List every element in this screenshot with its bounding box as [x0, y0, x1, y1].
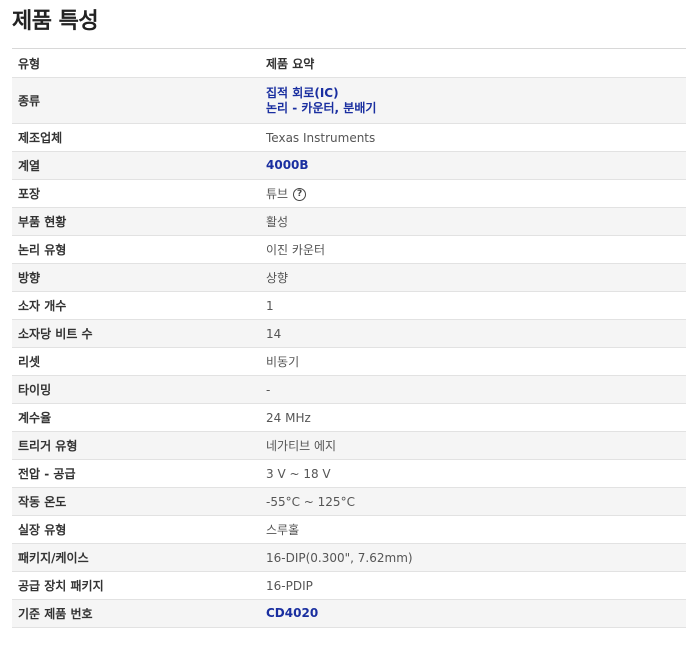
table-header-row: 유형 제품 요약	[12, 48, 686, 78]
attribute-value-text: 14	[266, 326, 282, 341]
attribute-value-text: -	[266, 382, 271, 397]
attribute-value-link[interactable]: 집적 회로(IC)	[266, 86, 686, 101]
attribute-value-text: 3 V ~ 18 V	[266, 466, 331, 481]
attribute-value: 상향	[260, 263, 686, 292]
attribute-label: 논리 유형	[12, 235, 260, 264]
attribute-value: 16-PDIP	[260, 571, 686, 600]
table-row: 공급 장치 패키지 16-PDIP	[12, 571, 686, 600]
attribute-value: 16-DIP(0.300", 7.62mm)	[260, 543, 686, 572]
table-row: 방향 상향	[12, 263, 686, 292]
product-attributes-page: 제품 특성 유형 제품 요약 종류 집적 회로(IC) 논리 - 카운터, 분배기 제…	[0, 0, 686, 658]
table-row: 리셋 비동기	[12, 347, 686, 376]
attribute-value-text: 이진 카운터	[266, 243, 326, 257]
attribute-value: 14	[260, 319, 686, 348]
attribute-value-text: Texas Instruments	[266, 130, 376, 145]
attribute-label: 계수율	[12, 403, 260, 432]
table-row: 소자당 비트 수 14	[12, 319, 686, 348]
attribute-value-text: -55°C ~ 125°C	[266, 494, 355, 509]
table-row: 계수율 24 MHz	[12, 403, 686, 432]
table-row: 실장 유형 스루홀	[12, 515, 686, 544]
table-row: 소자 개수 1	[12, 291, 686, 320]
table-row: 타이밍 -	[12, 375, 686, 404]
attribute-label: 종류	[12, 77, 260, 124]
attribute-label: 기준 제품 번호	[12, 599, 260, 628]
attribute-value: 1	[260, 291, 686, 320]
attribute-value: -55°C ~ 125°C	[260, 487, 686, 516]
attribute-label: 부품 현황	[12, 207, 260, 236]
attribute-value: 비동기	[260, 347, 686, 376]
attribute-value: 4000B	[260, 151, 686, 180]
attribute-label: 트리거 유형	[12, 431, 260, 460]
attribute-value-text: 상향	[266, 271, 289, 285]
attribute-label: 방향	[12, 263, 260, 292]
attribute-value-link[interactable]: 논리 - 카운터, 분배기	[266, 101, 686, 116]
table-row: 계열 4000B	[12, 151, 686, 180]
attribute-value-text: 24 MHz	[266, 410, 311, 425]
attribute-label: 소자 개수	[12, 291, 260, 320]
table-row: 패키지/케이스 16-DIP(0.300", 7.62mm)	[12, 543, 686, 572]
attribute-value-link[interactable]: CD4020	[266, 606, 686, 621]
attribute-value: -	[260, 375, 686, 404]
attribute-label: 패키지/케이스	[12, 543, 260, 572]
attribute-value: 이진 카운터	[260, 235, 686, 264]
table-row: 논리 유형 이진 카운터	[12, 235, 686, 264]
attribute-value: 활성	[260, 207, 686, 236]
attribute-value: 스루홀	[260, 515, 686, 544]
header-type: 유형	[12, 48, 260, 78]
attribute-value: Texas Instruments	[260, 123, 686, 152]
table-row: 포장 튜브?	[12, 179, 686, 208]
attribute-label: 타이밍	[12, 375, 260, 404]
table-row: 트리거 유형 네가티브 에지	[12, 431, 686, 460]
table-row: 부품 현황 활성	[12, 207, 686, 236]
table-row: 기준 제품 번호 CD4020	[12, 599, 686, 628]
product-attributes-table: 유형 제품 요약 종류 집적 회로(IC) 논리 - 카운터, 분배기 제조업체 Tex…	[12, 48, 686, 628]
attribute-value: 네가티브 에지	[260, 431, 686, 460]
header-summary: 제품 요약	[260, 48, 686, 78]
attribute-label: 계열	[12, 151, 260, 180]
attribute-label: 공급 장치 패키지	[12, 571, 260, 600]
attribute-label: 실장 유형	[12, 515, 260, 544]
attribute-label: 포장	[12, 179, 260, 208]
attribute-value-text: 1	[266, 298, 274, 313]
attribute-value-text: 비동기	[266, 355, 300, 369]
attribute-label: 소자당 비트 수	[12, 319, 260, 348]
attribute-value: 집적 회로(IC) 논리 - 카운터, 분배기	[260, 77, 686, 124]
table-row: 작동 온도 -55°C ~ 125°C	[12, 487, 686, 516]
attribute-label: 제조업체	[12, 123, 260, 152]
attribute-value-text: 네가티브 에지	[266, 439, 337, 453]
page-title: 제품 특성	[12, 9, 99, 34]
attribute-value-text: 활성	[266, 215, 289, 229]
attribute-value-text: 스루홀	[266, 523, 300, 537]
table-row: 종류 집적 회로(IC) 논리 - 카운터, 분배기	[12, 77, 686, 124]
attribute-value-link[interactable]: 4000B	[266, 158, 686, 173]
table-row: 제조업체 Texas Instruments	[12, 123, 686, 152]
attribute-value: CD4020	[260, 599, 686, 628]
attribute-value: 24 MHz	[260, 403, 686, 432]
table-row: 전압 - 공급 3 V ~ 18 V	[12, 459, 686, 488]
attribute-value: 튜브?	[260, 179, 686, 208]
attribute-label: 전압 - 공급	[12, 459, 260, 488]
attribute-value-text: 튜브	[266, 187, 289, 201]
question-circle-icon[interactable]: ?	[293, 188, 307, 201]
attribute-label: 리셋	[12, 347, 260, 376]
attribute-value: 3 V ~ 18 V	[260, 459, 686, 488]
attribute-value-text: 16-PDIP	[266, 578, 313, 593]
attribute-value-text: 16-DIP(0.300", 7.62mm)	[266, 550, 413, 565]
attribute-label: 작동 온도	[12, 487, 260, 516]
attributes-table-body: 유형 제품 요약 종류 집적 회로(IC) 논리 - 카운터, 분배기 제조업체 Tex…	[12, 48, 686, 628]
